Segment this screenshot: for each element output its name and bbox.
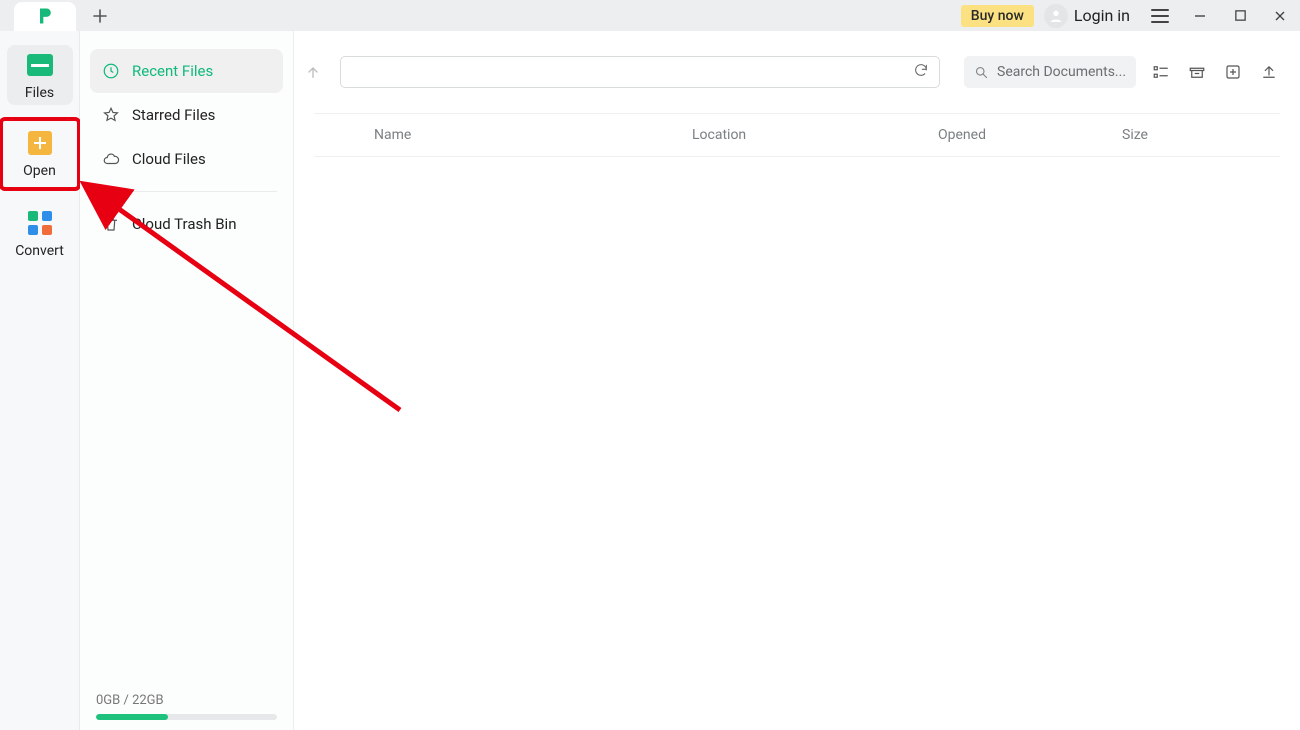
storage-footer: 0GB / 22GB	[96, 693, 277, 720]
nav-item-label: Recent Files	[132, 62, 213, 80]
hamburger-icon	[1151, 9, 1169, 23]
nav-item-label: Starred Files	[132, 106, 215, 124]
column-location[interactable]: Location	[692, 127, 938, 143]
cloud-icon	[102, 150, 120, 168]
open-icon	[26, 129, 54, 157]
storage-text: 0GB / 22GB	[96, 693, 277, 708]
search-placeholder: Search Documents...	[997, 64, 1126, 80]
file-list-header: Name Location Opened Size	[314, 113, 1280, 157]
nav-item-label: Cloud Trash Bin	[132, 215, 236, 233]
upload-button[interactable]	[1258, 61, 1280, 83]
nav-separator	[96, 191, 277, 192]
rail-item-convert[interactable]: Convert	[7, 203, 73, 263]
rail-item-files[interactable]: Files	[7, 45, 73, 105]
files-icon	[26, 51, 54, 79]
maximize-button[interactable]	[1220, 0, 1260, 31]
nav-panel: Recent Files Starred Files Cloud Files C…	[80, 31, 294, 730]
login-button[interactable]: Login in	[1074, 6, 1130, 25]
minimize-button[interactable]	[1180, 0, 1220, 31]
app-tab[interactable]	[14, 2, 76, 33]
avatar-icon[interactable]	[1044, 4, 1068, 28]
toolbar: Search Documents...	[294, 31, 1300, 113]
nav-item-starred-files[interactable]: Starred Files	[90, 93, 283, 137]
rail-item-label: Convert	[15, 243, 64, 259]
star-icon	[102, 106, 120, 124]
column-opened[interactable]: Opened	[938, 127, 1122, 143]
column-name[interactable]: Name	[374, 127, 692, 143]
nav-item-cloud-trash[interactable]: Cloud Trash Bin	[90, 202, 283, 246]
search-icon	[974, 65, 989, 80]
column-size[interactable]: Size	[1122, 127, 1280, 143]
menu-button[interactable]	[1140, 0, 1180, 31]
rail-item-label: Open	[23, 163, 56, 179]
left-rail: Files Open Convert	[0, 31, 80, 730]
address-bar[interactable]	[340, 56, 940, 88]
convert-icon	[26, 209, 54, 237]
search-documents-input[interactable]: Search Documents...	[964, 56, 1136, 88]
app-logo-icon	[35, 6, 55, 30]
clock-icon	[102, 62, 120, 80]
rail-item-label: Files	[25, 85, 54, 101]
new-button[interactable]	[1222, 61, 1244, 83]
buy-now-button[interactable]: Buy now	[961, 5, 1034, 27]
up-button[interactable]	[300, 64, 326, 80]
trash-icon	[102, 215, 120, 233]
rail-item-open[interactable]: Open	[3, 121, 77, 187]
view-list-button[interactable]	[1150, 61, 1172, 83]
main-area: Search Documents... Name Location Opened…	[294, 31, 1300, 730]
new-tab-button[interactable]	[82, 0, 118, 31]
close-button[interactable]	[1260, 0, 1300, 31]
storage-bar	[96, 714, 277, 720]
archive-button[interactable]	[1186, 61, 1208, 83]
title-bar: Buy now Login in	[0, 0, 1300, 31]
nav-item-cloud-files[interactable]: Cloud Files	[90, 137, 283, 181]
nav-item-recent-files[interactable]: Recent Files	[90, 49, 283, 93]
nav-item-label: Cloud Files	[132, 150, 206, 168]
refresh-icon[interactable]	[913, 62, 929, 82]
